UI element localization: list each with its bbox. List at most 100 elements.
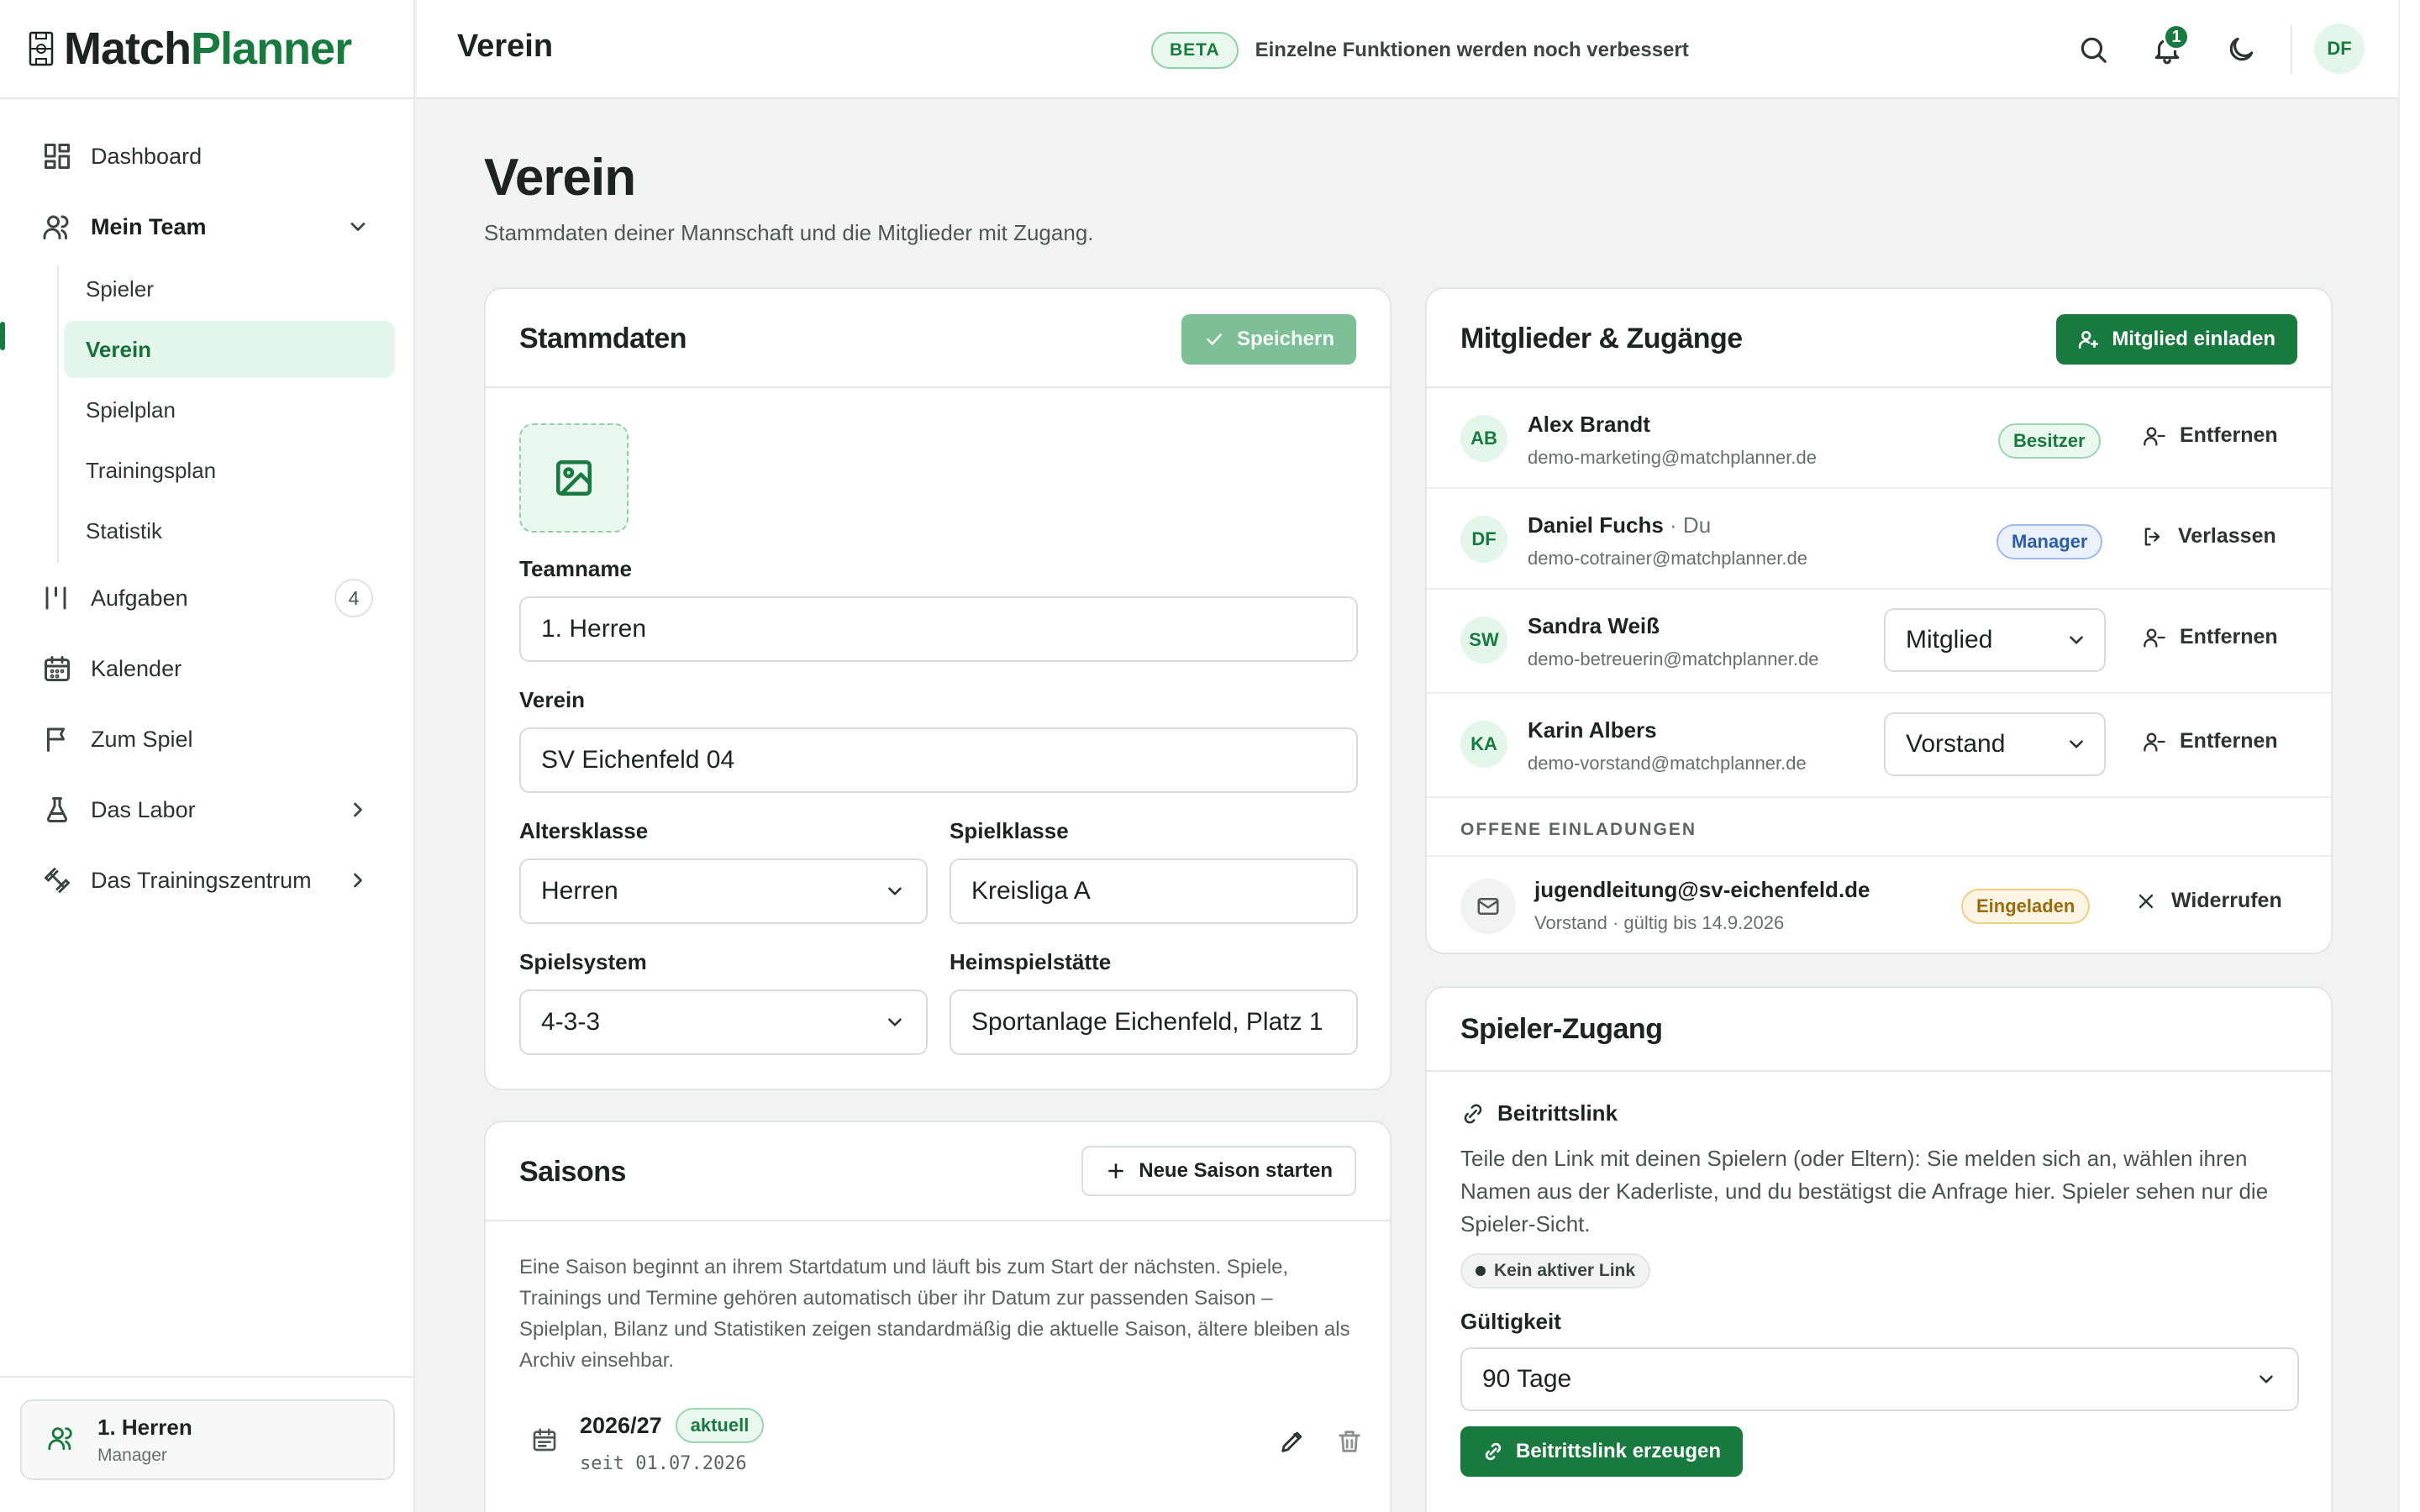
member-email: demo-vorstand@matchplanner.de: [1528, 753, 1807, 774]
spielsystem-value: 4-3-3: [541, 1008, 601, 1036]
nav-item-aufgaben[interactable]: Aufgaben 4: [20, 568, 395, 628]
link-status-pill: Kein aktiver Link: [1460, 1253, 1651, 1289]
user-avatar[interactable]: DF: [2314, 24, 2365, 74]
nav-item-mein-team[interactable]: Mein Team: [20, 197, 395, 257]
leave-team-button[interactable]: Verlassen: [2141, 524, 2276, 549]
member-role-select[interactable]: Vorstand: [1884, 712, 2106, 776]
nav-label-trainingszentrum: Das Trainingszentrum: [91, 867, 312, 893]
heimspielstaette-input[interactable]: Sportanlage Eichenfeld, Platz 1: [950, 990, 1358, 1055]
member-email: demo-cotrainer@matchplanner.de: [1528, 548, 1807, 569]
trash-icon[interactable]: [1333, 1425, 1366, 1458]
invite-member-button[interactable]: Mitglied einladen: [2056, 314, 2297, 365]
chevron-down-icon: [884, 1011, 906, 1033]
nav-item-kalender[interactable]: Kalender: [20, 638, 395, 699]
save-button[interactable]: Speichern: [1181, 314, 1356, 365]
active-nav-marker: [0, 322, 5, 350]
season-name: 2026/27: [580, 1412, 662, 1438]
teamname-input[interactable]: 1. Herren: [519, 596, 1358, 662]
brand-part-2: Planner: [191, 24, 352, 74]
nav-item-labor[interactable]: Das Labor: [20, 780, 395, 840]
close-icon: [2139, 894, 2154, 908]
member-avatar: AB: [1460, 415, 1507, 462]
season-current-badge: aktuell: [675, 1408, 765, 1443]
revoke-invite-label: Widerrufen: [2171, 889, 2282, 912]
member-name: Sandra Weiß: [1528, 613, 1660, 639]
saisons-card-header: Saisons Neue Saison starten: [486, 1122, 1390, 1221]
search-icon[interactable]: [2075, 32, 2111, 67]
beta-badge: BETA: [1151, 32, 1239, 69]
remove-member-button[interactable]: Entfernen: [2143, 423, 2278, 448]
remove-member-button[interactable]: Entfernen: [2143, 625, 2278, 649]
beta-text: Einzelne Funktionen werden noch verbesse…: [1255, 39, 1689, 61]
user-minus-icon: [2144, 732, 2165, 752]
member-avatar: SW: [1460, 617, 1507, 664]
app-root: MatchPlanner Dashboard Mein Team Spieler…: [0, 0, 2420, 1512]
member-role-select[interactable]: Mitglied: [1884, 608, 2106, 672]
nav-label-kalender: Kalender: [91, 655, 182, 681]
join-link-heading: Beitrittslink: [1497, 1100, 1618, 1126]
chevron-down-icon: [346, 215, 370, 239]
link-icon: [1464, 1103, 1482, 1124]
brand[interactable]: MatchPlanner: [0, 0, 413, 99]
revoke-invite-button[interactable]: Widerrufen: [2134, 889, 2282, 913]
remove-member-label: Entfernen: [2180, 423, 2278, 447]
saisons-description: Eine Saison beginnt an ihrem Startdatum …: [519, 1256, 1350, 1372]
subnav-item-spieler[interactable]: Spieler: [64, 260, 395, 318]
season-name-line: 2026/27 aktuell: [580, 1408, 765, 1443]
dumbbell-icon: [42, 865, 72, 895]
member-email: demo-marketing@matchplanner.de: [1528, 447, 1817, 468]
subnav-item-verein[interactable]: Verein: [64, 321, 395, 378]
generate-join-link-button[interactable]: Beitrittslink erzeugen: [1460, 1426, 1744, 1477]
generate-join-link-label: Beitrittslink erzeugen: [1516, 1440, 1722, 1462]
nav-item-zum-spiel[interactable]: Zum Spiel: [20, 709, 395, 769]
new-season-label: Neue Saison starten: [1139, 1159, 1333, 1182]
team-switcher[interactable]: 1. Herren Manager: [20, 1399, 395, 1480]
season-since: seit 01.07.2026: [580, 1453, 747, 1474]
team-switcher-role: Manager: [97, 1445, 167, 1465]
remove-member-button[interactable]: Entfernen: [2143, 729, 2278, 753]
member-role-value: Vorstand: [1906, 730, 2006, 758]
page-subtitle: Stammdaten deiner Mannschaft und die Mit…: [484, 220, 1094, 245]
member-name-text: Karin Albers: [1528, 717, 1657, 743]
team-logo-upload[interactable]: [519, 423, 629, 533]
log-out-icon: [2144, 528, 2160, 545]
spielklasse-input[interactable]: Kreisliga A: [950, 858, 1358, 924]
check-icon: [1207, 333, 1222, 345]
chevron-down-icon: [884, 880, 906, 902]
plus-icon: [1108, 1163, 1124, 1179]
altersklasse-label: Altersklasse: [519, 818, 649, 843]
tactics-board-logo-icon: [29, 31, 54, 66]
sidebar: MatchPlanner Dashboard Mein Team Spieler…: [0, 0, 415, 1512]
topbar: Verein BETA Einzelne Funktionen werden n…: [417, 0, 2398, 99]
stammdaten-title: Stammdaten: [519, 323, 687, 354]
topbar-title: Verein: [457, 29, 554, 64]
team-switcher-name: 1. Herren: [97, 1414, 192, 1440]
member-name: Alex Brandt: [1528, 412, 1650, 438]
subnav-item-statistik[interactable]: Statistik: [64, 502, 395, 559]
flag-icon: [42, 724, 72, 754]
chevron-right-icon: [346, 798, 370, 822]
member-name-text: Sandra Weiß: [1528, 613, 1660, 638]
subnav-item-spielplan[interactable]: Spielplan: [64, 381, 395, 438]
nav-label-mein-team: Mein Team: [91, 213, 207, 239]
pencil-icon[interactable]: [1276, 1425, 1309, 1458]
verein-input[interactable]: SV Eichenfeld 04: [519, 727, 1358, 793]
subnav-item-trainingsplan[interactable]: Trainingsplan: [64, 442, 395, 499]
teamname-label: Teamname: [519, 556, 632, 581]
heimspielstaette-label: Heimspielstätte: [950, 949, 1112, 974]
users-icon: [47, 1424, 76, 1457]
spielsystem-select[interactable]: 4-3-3: [519, 990, 928, 1055]
leave-team-label: Verlassen: [2178, 524, 2276, 548]
bell-icon[interactable]: 1: [2149, 24, 2190, 67]
moon-icon[interactable]: [2223, 32, 2259, 67]
altersklasse-select[interactable]: Herren: [519, 858, 928, 924]
team-switcher-text: 1. Herren Manager: [97, 1415, 192, 1466]
nav-item-dashboard[interactable]: Dashboard: [20, 126, 395, 186]
member-avatar: DF: [1460, 516, 1507, 563]
team-switcher-area: 1. Herren Manager: [0, 1376, 413, 1512]
new-season-button[interactable]: Neue Saison starten: [1081, 1146, 1356, 1196]
validity-select[interactable]: 90 Tage: [1460, 1347, 2299, 1411]
nav-item-trainingszentrum[interactable]: Das Trainingszentrum: [20, 850, 395, 911]
calendar-icon: [531, 1426, 558, 1457]
tasks-icon: [42, 583, 72, 613]
